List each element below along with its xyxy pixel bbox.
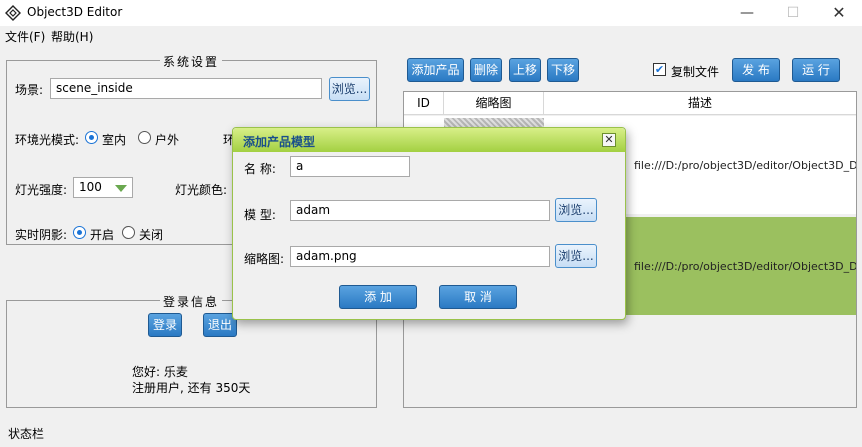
ambient-outdoor-radio[interactable] xyxy=(138,131,151,144)
scene-label: 场景: xyxy=(15,83,44,97)
thumbnail-label: 缩略图: xyxy=(244,252,285,266)
dialog-cancel-button[interactable]: 取 消 xyxy=(439,285,517,309)
move-down-button[interactable]: 下移 xyxy=(547,58,579,82)
light-strength-label: 灯光强度: xyxy=(15,183,68,197)
maximize-icon[interactable]: ☐ xyxy=(770,0,816,26)
shadow-on-label: 开启 xyxy=(90,228,115,242)
model-browse-button[interactable]: 浏览... xyxy=(555,198,597,222)
shadow-label: 实时阴影: xyxy=(15,228,68,242)
copy-files-checkbox[interactable]: ✔ xyxy=(653,63,666,76)
scene-browse-button[interactable]: 浏览... xyxy=(329,77,370,101)
shadow-off-label: 关闭 xyxy=(139,228,164,242)
ambient-outdoor-label: 户外 xyxy=(155,133,180,147)
shadow-off-radio[interactable] xyxy=(122,226,135,239)
name-label: 名 称: xyxy=(244,162,276,176)
row-path: file:///D:/pro/object3D/editor/Object3D_… xyxy=(634,260,857,273)
system-settings-title: 系统设置 xyxy=(160,53,223,70)
delete-button[interactable]: 删除 xyxy=(470,58,502,82)
dialog-header: 添加产品模型 ✕ xyxy=(233,128,625,152)
status-text: 状态栏 xyxy=(8,427,45,441)
menu-help[interactable]: 帮助(H) xyxy=(51,28,93,45)
row-path: file:///D:/pro/object3D/editor/Object3D_… xyxy=(634,159,857,172)
login-title: 登录信息 xyxy=(160,293,223,310)
publish-button[interactable]: 发 布 xyxy=(732,58,780,82)
light-color-label: 灯光颜色: xyxy=(175,183,228,197)
status-bar: 状态栏 xyxy=(0,422,862,447)
thumbnail-browse-button[interactable]: 浏览... xyxy=(555,244,597,268)
ambient-indoor-radio[interactable] xyxy=(85,131,98,144)
run-button[interactable]: 运 行 xyxy=(792,58,840,82)
table-header: ID 缩略图 描述 xyxy=(404,92,856,115)
add-product-dialog: 添加产品模型 ✕ 名 称: a 模 型: adam 浏览... 缩略图: ada… xyxy=(232,127,626,320)
model-label: 模 型: xyxy=(244,208,276,222)
greeting-text: 您好: 乐麦 xyxy=(132,365,188,379)
model-input[interactable]: adam xyxy=(290,200,550,221)
ambient-label: 环境光模式: xyxy=(15,133,80,147)
registration-text: 注册用户, 还有 350天 xyxy=(132,381,251,395)
dialog-add-button[interactable]: 添 加 xyxy=(339,285,417,309)
minimize-icon[interactable]: — xyxy=(724,0,770,26)
title-bar: Object3D Editor — ☐ ✕ xyxy=(0,0,862,26)
scene-input[interactable]: scene_inside xyxy=(50,78,322,99)
dialog-close-icon[interactable]: ✕ xyxy=(602,133,616,147)
light-strength-select[interactable]: 100 xyxy=(73,177,133,198)
login-button[interactable]: 登录 xyxy=(148,313,182,337)
light-strength-value: 100 xyxy=(79,180,102,194)
copy-files-label: 复制文件 xyxy=(671,65,720,79)
column-header-description[interactable]: 描述 xyxy=(544,92,856,115)
column-header-thumbnail[interactable]: 缩略图 xyxy=(444,92,544,115)
name-input[interactable]: a xyxy=(290,156,410,177)
dialog-title: 添加产品模型 xyxy=(243,135,316,149)
window-title: Object3D Editor xyxy=(27,5,123,19)
app-diamond-icon xyxy=(5,5,21,21)
column-header-id[interactable]: ID xyxy=(404,92,444,115)
menu-bar: 文件(F) 帮助(H) xyxy=(0,26,862,46)
close-icon[interactable]: ✕ xyxy=(816,0,862,26)
move-up-button[interactable]: 上移 xyxy=(509,58,541,82)
menu-file[interactable]: 文件(F) xyxy=(5,28,45,45)
shadow-on-radio[interactable] xyxy=(73,226,86,239)
add-product-button[interactable]: 添加产品 xyxy=(407,58,464,82)
ambient-indoor-label: 室内 xyxy=(102,133,127,147)
thumbnail-input[interactable]: adam.png xyxy=(290,246,550,267)
chevron-down-icon xyxy=(115,185,127,192)
